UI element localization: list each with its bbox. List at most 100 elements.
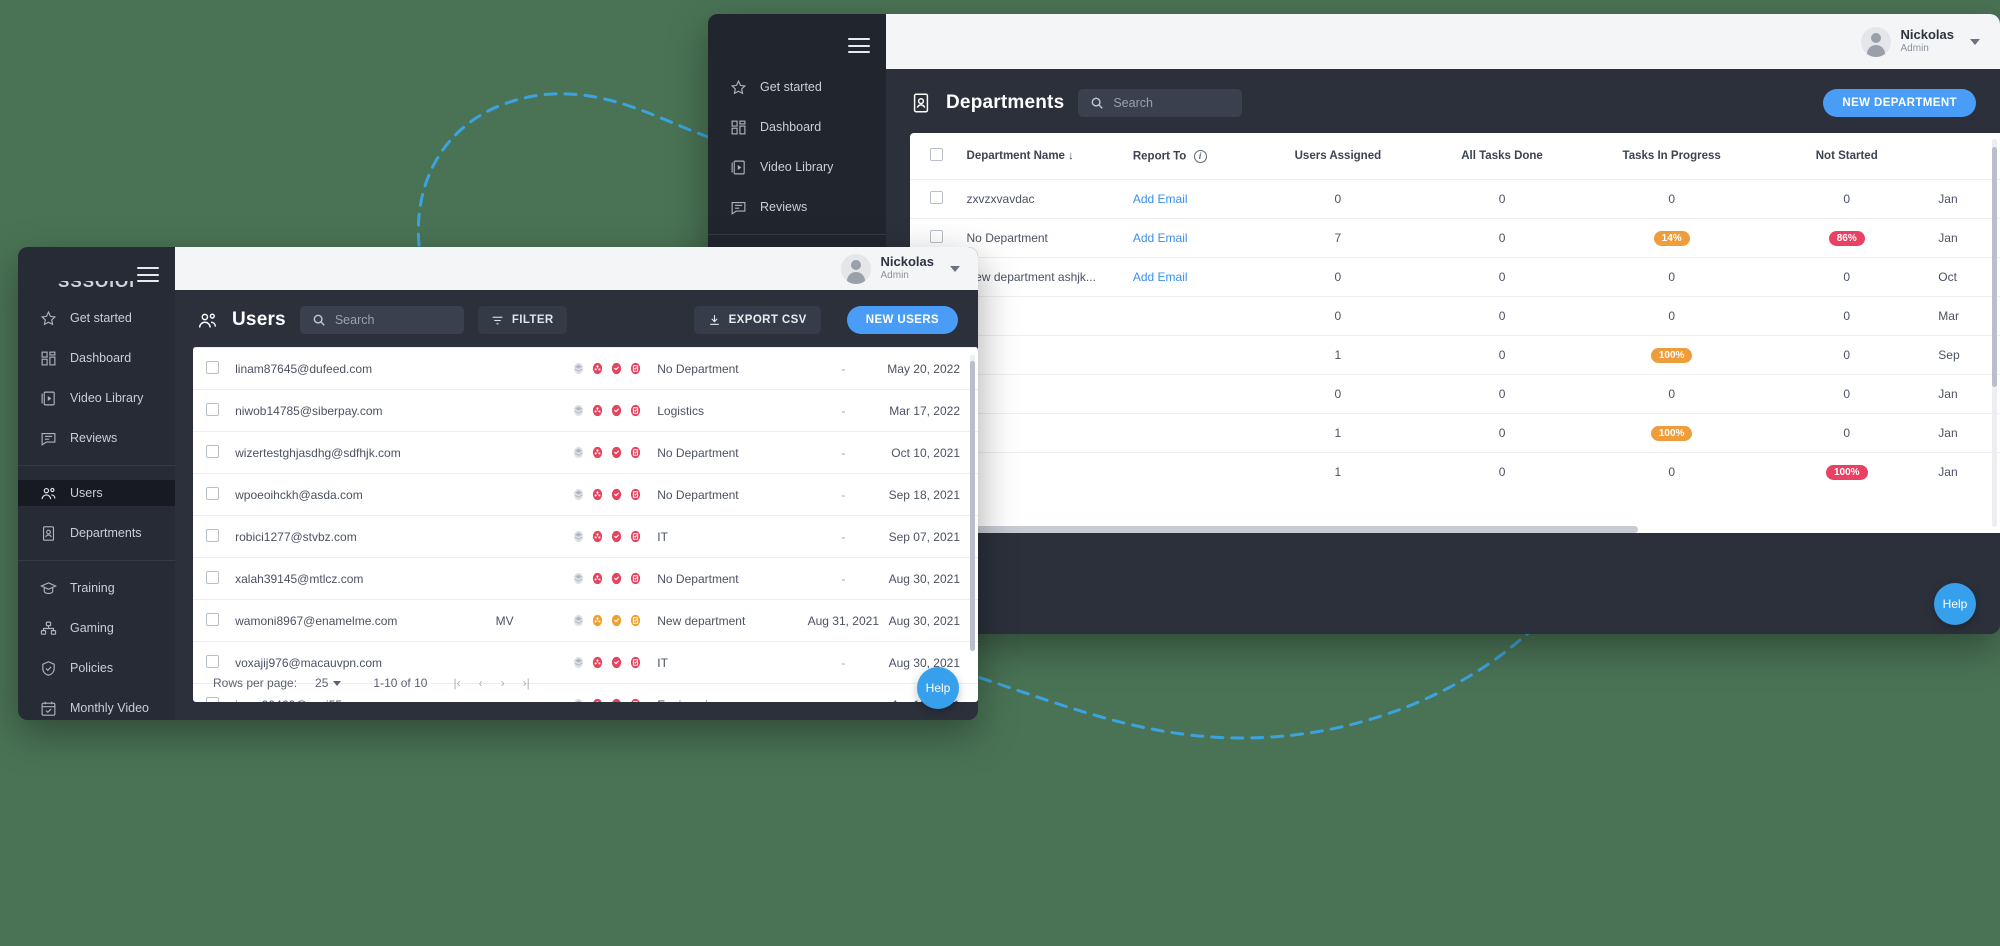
- filter-button[interactable]: FILTER: [477, 306, 567, 334]
- select-all-checkbox[interactable]: [929, 148, 943, 161]
- puzzle-icon[interactable]: [590, 527, 605, 546]
- row-checkbox[interactable]: [205, 486, 219, 500]
- row-checkbox[interactable]: [205, 570, 219, 584]
- cell-report-to[interactable]: [1128, 452, 1256, 491]
- table-row[interactable]: wpoeoihckh@asda.com No Department - Sep 18…: [193, 473, 978, 516]
- column-header-tasks-in-progress[interactable]: Tasks In Progress: [1584, 133, 1759, 180]
- layers-icon[interactable]: [571, 527, 586, 546]
- layers-icon[interactable]: [571, 485, 586, 504]
- row-checkbox[interactable]: [929, 191, 943, 204]
- sidebar-item-reviews[interactable]: Reviews: [18, 425, 175, 451]
- sidebar-item-dashboard[interactable]: Dashboard: [18, 345, 175, 371]
- shield-check-icon[interactable]: [609, 653, 624, 672]
- sidebar-item-video-library[interactable]: Video Library: [18, 385, 175, 411]
- clipboard-check-icon[interactable]: [628, 401, 643, 420]
- hamburger-icon[interactable]: [137, 267, 159, 282]
- sidebar-item-monthly-video[interactable]: Monthly Video: [18, 695, 175, 720]
- column-header-not-started[interactable]: Not Started: [1759, 133, 1934, 180]
- puzzle-icon[interactable]: [590, 485, 605, 504]
- cell-report-to[interactable]: [1128, 413, 1256, 453]
- table-row[interactable]: 1 0 100% 0 Jan: [910, 413, 2000, 453]
- info-icon[interactable]: i: [1193, 149, 1207, 163]
- table-row[interactable]: zxvzxvavdac Add Email 0 0 0 0 Jan: [910, 179, 2000, 219]
- export-csv-button[interactable]: EXPORT CSV: [693, 306, 821, 334]
- puzzle-icon[interactable]: [590, 443, 605, 462]
- layers-icon[interactable]: [571, 695, 586, 702]
- puzzle-icon[interactable]: [590, 359, 605, 378]
- puzzle-icon[interactable]: [590, 695, 605, 702]
- sidebar-item-reviews[interactable]: Reviews: [708, 194, 886, 220]
- row-select-cell[interactable]: [193, 515, 232, 558]
- row-select-cell[interactable]: [193, 473, 232, 516]
- help-button[interactable]: Help: [917, 667, 959, 709]
- table-row[interactable]: 1 0 0 100% Jan: [910, 452, 2000, 491]
- page-next-button[interactable]: ›: [501, 676, 505, 690]
- sidebar-item-video-library[interactable]: Video Library: [708, 154, 886, 180]
- chevron-down-icon[interactable]: [1970, 38, 1980, 45]
- row-select-cell[interactable]: [193, 389, 232, 432]
- clipboard-check-icon[interactable]: [628, 611, 643, 630]
- layers-icon[interactable]: [571, 443, 586, 462]
- column-header-all-tasks-done[interactable]: All Tasks Done: [1420, 133, 1584, 180]
- table-row[interactable]: wamoni8967@enamelme.com MV New department…: [193, 599, 978, 642]
- cell-report-to[interactable]: [1128, 335, 1256, 375]
- shield-check-icon[interactable]: [609, 611, 624, 630]
- table-row[interactable]: 0 0 0 0 Jan: [910, 374, 2000, 414]
- column-header-users-assigned[interactable]: Users Assigned: [1256, 133, 1420, 180]
- hamburger-icon[interactable]: [848, 38, 870, 53]
- clipboard-check-icon[interactable]: [628, 569, 643, 588]
- table-row[interactable]: wizertestghjasdhg@sdfhjk.com No Departme…: [193, 431, 978, 474]
- new-department-button[interactable]: NEW DEPARTMENT: [1823, 89, 1976, 117]
- page-last-button[interactable]: ›|: [523, 676, 530, 690]
- row-checkbox[interactable]: [205, 444, 219, 458]
- table-row[interactable]: xalah39145@mtlcz.com No Department - Aug 3…: [193, 557, 978, 600]
- profile-menu[interactable]: Nickolas Admin: [840, 253, 960, 284]
- new-users-button[interactable]: NEW USERS: [846, 306, 958, 334]
- column-header-department-name[interactable]: Department Name: [967, 150, 1065, 162]
- sidebar-item-dashboard[interactable]: Dashboard: [708, 114, 886, 140]
- cell-report-to[interactable]: [1128, 296, 1256, 336]
- row-select-cell[interactable]: [193, 599, 232, 642]
- sort-down-arrow-icon[interactable]: ↓: [1068, 150, 1074, 162]
- shield-check-icon[interactable]: [609, 443, 624, 462]
- cell-report-to[interactable]: Add Email: [1128, 179, 1256, 219]
- puzzle-icon[interactable]: [590, 401, 605, 420]
- row-checkbox[interactable]: [929, 230, 943, 243]
- sidebar-item-users[interactable]: Users: [18, 480, 175, 506]
- row-checkbox[interactable]: [205, 612, 219, 626]
- rows-per-page-select[interactable]: 25: [315, 676, 342, 690]
- shield-check-icon[interactable]: [609, 359, 624, 378]
- row-checkbox[interactable]: [205, 360, 219, 374]
- clipboard-check-icon[interactable]: [628, 653, 643, 672]
- table-row[interactable]: 1 0 100% 0 Sep: [910, 335, 2000, 375]
- page-first-button[interactable]: |‹: [453, 676, 460, 690]
- cell-report-to[interactable]: Add Email: [1128, 257, 1256, 297]
- table-row[interactable]: 0 0 0 0 Mar: [910, 296, 2000, 336]
- table-row[interactable]: robici1277@stvbz.com IT - Sep 07, 2021: [193, 515, 978, 558]
- clipboard-check-icon[interactable]: [628, 527, 643, 546]
- table-row[interactable]: linam87645@dufeed.com No Department - May …: [193, 347, 978, 390]
- sidebar-item-policies[interactable]: Policies: [18, 655, 175, 681]
- row-select-cell[interactable]: [193, 431, 232, 474]
- layers-icon[interactable]: [571, 653, 586, 672]
- layers-icon[interactable]: [571, 401, 586, 420]
- help-button[interactable]: Help: [1934, 583, 1976, 625]
- table-row[interactable]: New department ashjk... Add Email 0 0 0 0 Oct: [910, 257, 2000, 297]
- profile-menu[interactable]: Nickolas Admin: [1860, 26, 1980, 57]
- chevron-down-icon[interactable]: [333, 680, 342, 686]
- shield-check-icon[interactable]: [609, 401, 624, 420]
- clipboard-check-icon[interactable]: [628, 695, 643, 702]
- row-checkbox[interactable]: [205, 528, 219, 542]
- layers-icon[interactable]: [571, 359, 586, 378]
- shield-check-icon[interactable]: [609, 485, 624, 504]
- page-prev-button[interactable]: ‹: [479, 676, 483, 690]
- puzzle-icon[interactable]: [590, 569, 605, 588]
- chevron-down-icon[interactable]: [950, 265, 960, 272]
- sidebar-item-get-started[interactable]: Get started: [708, 74, 886, 100]
- sidebar-item-gaming[interactable]: Gaming: [18, 615, 175, 641]
- horizontal-scrollbar[interactable]: [910, 526, 2000, 533]
- search-input[interactable]: Search: [299, 306, 464, 334]
- vertical-scrollbar-thumb[interactable]: [1992, 147, 1997, 387]
- clipboard-check-icon[interactable]: [628, 443, 643, 462]
- layers-icon[interactable]: [571, 569, 586, 588]
